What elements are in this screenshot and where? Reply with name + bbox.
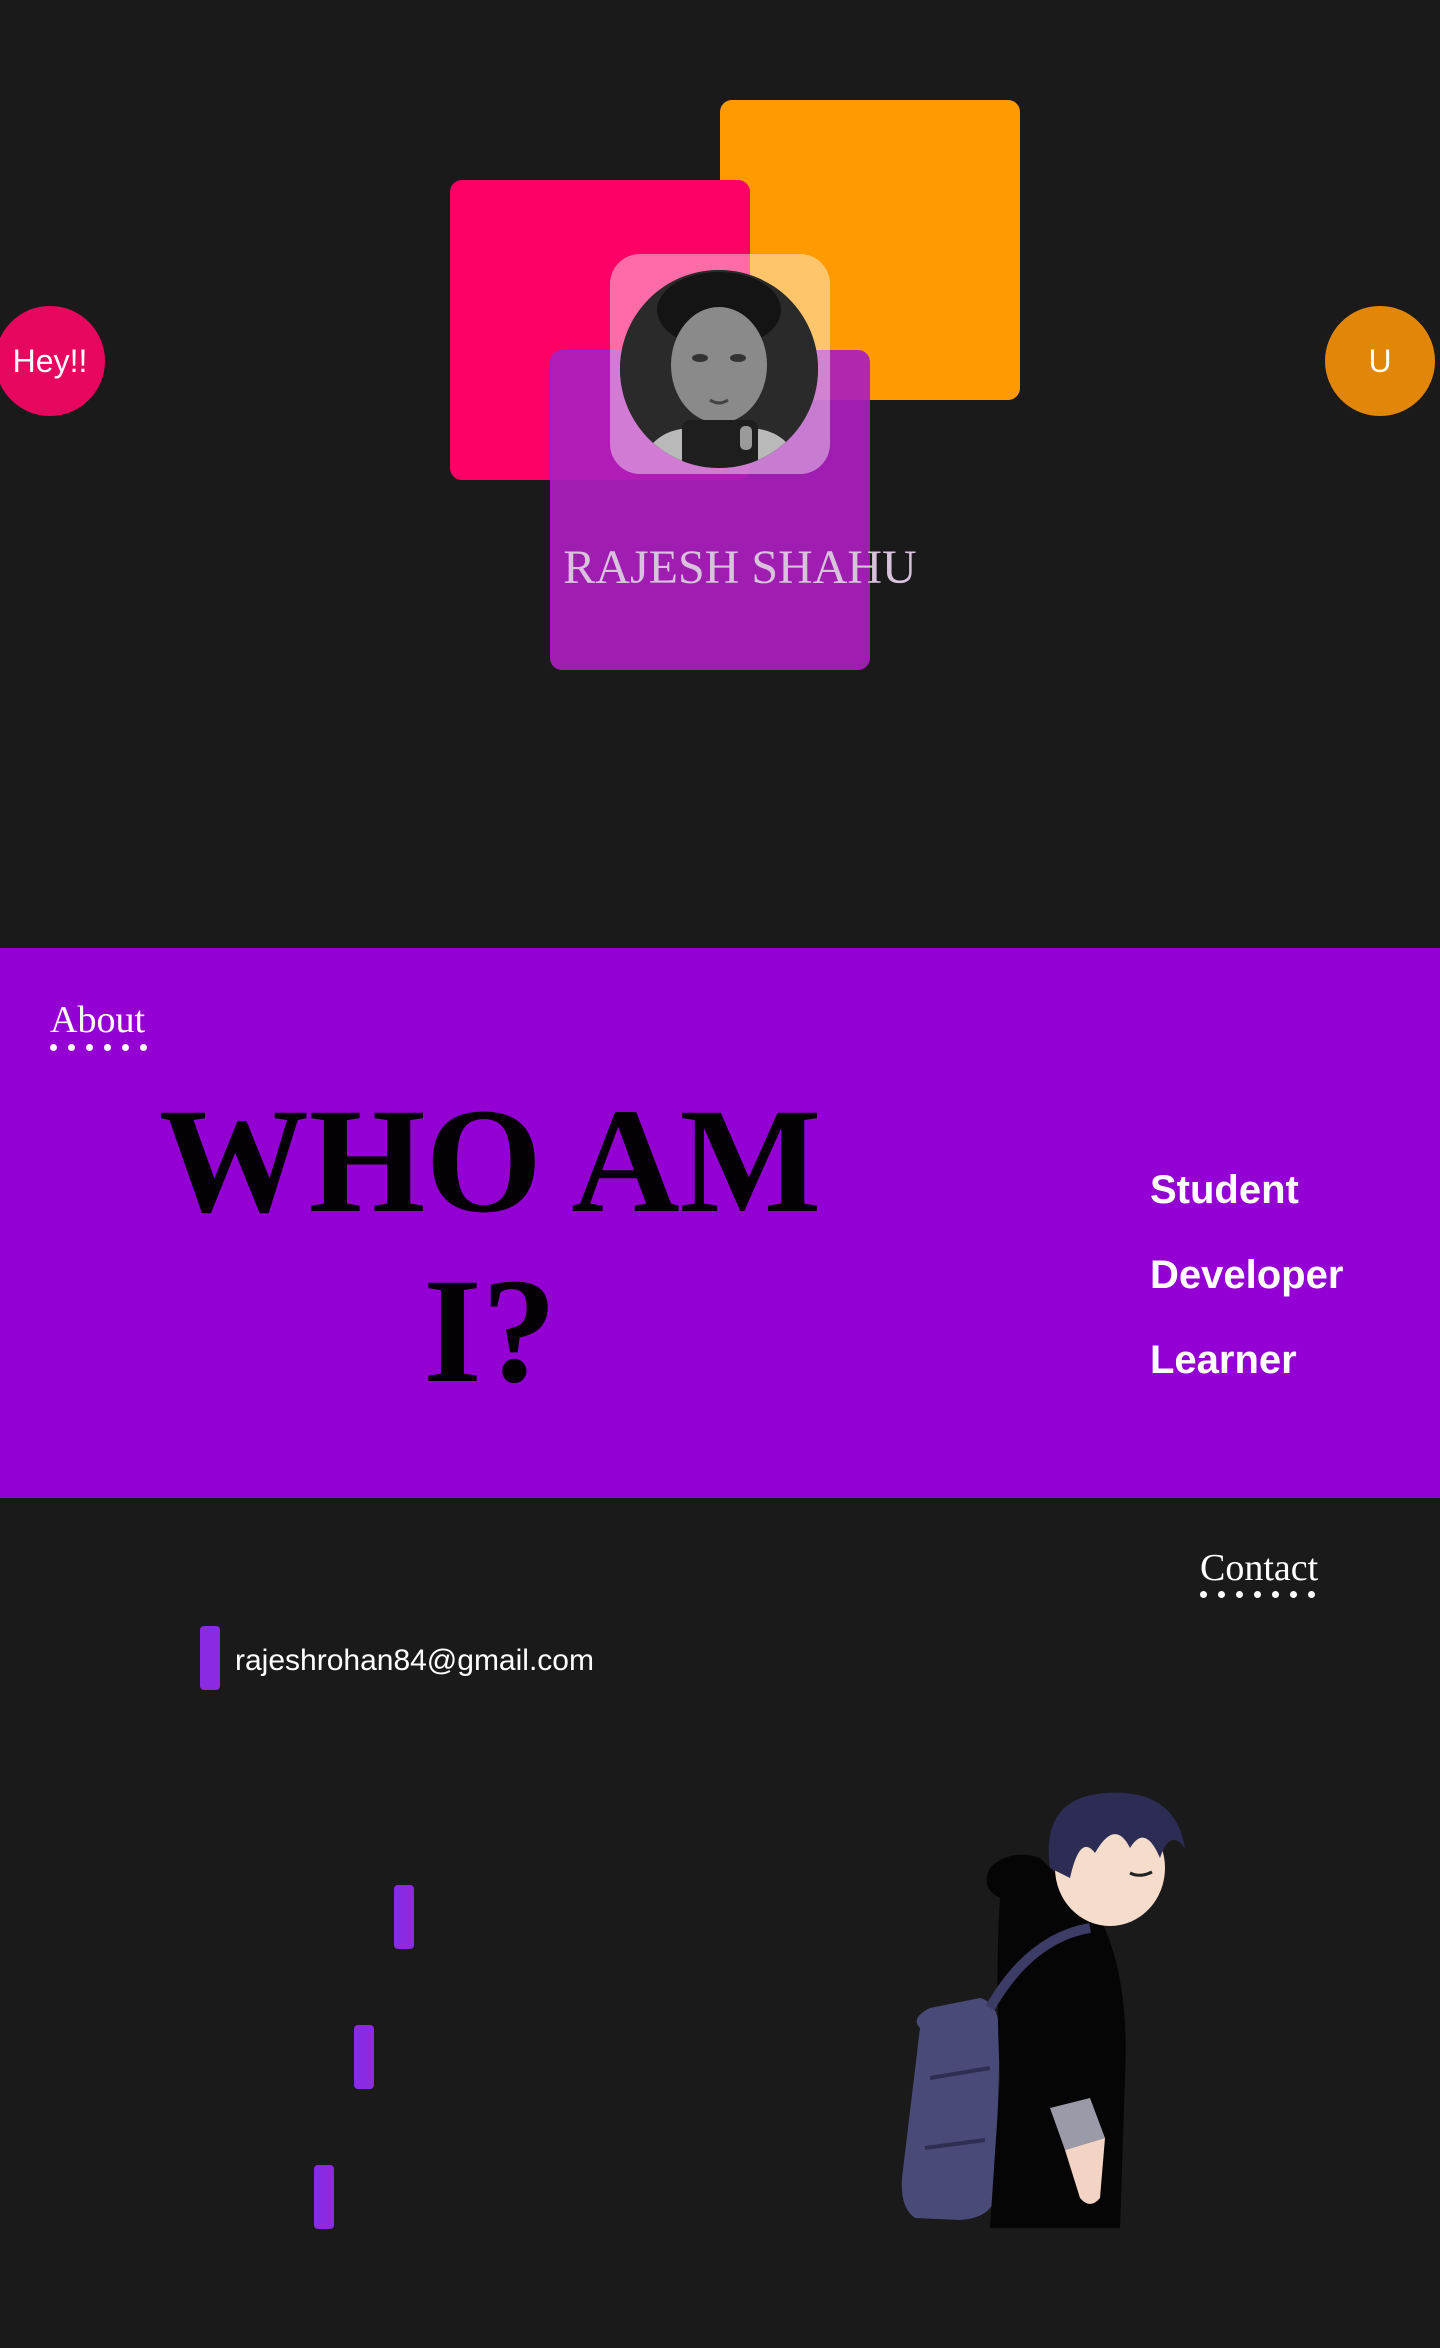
role-item: Student — [1150, 1168, 1299, 1212]
about-section: About WHO AM I? Student Developer Learne… — [0, 948, 1440, 1498]
profile-photo — [620, 270, 818, 468]
contact-label[interactable]: Contact — [1200, 1546, 1318, 1590]
roles-list: Student Developer Learner — [1150, 1168, 1343, 1423]
user-bubble[interactable]: U — [1325, 306, 1435, 416]
who-am-i-title: WHO AM I? — [120, 1076, 860, 1416]
title-line-1: WHO AM — [158, 1078, 822, 1244]
about-label[interactable]: About — [50, 998, 145, 1042]
role-item: Learner — [1150, 1338, 1297, 1382]
about-dots — [50, 1044, 147, 1051]
email-link[interactable]: rajeshrohan84@gmail.com — [235, 1644, 594, 1678]
hero-section: RAJESH SHAHU Hey!! U — [0, 0, 1440, 948]
role-item: Developer — [1150, 1253, 1344, 1297]
email-accent-bar — [200, 1626, 220, 1690]
contact-dots — [1200, 1591, 1315, 1598]
contact-section: Contact rajeshrohan84@gmail.com — [0, 1498, 1440, 2348]
decor-bar — [354, 2025, 374, 2089]
anime-character-illustration — [890, 1778, 1220, 2258]
title-line-2: I? — [423, 1248, 557, 1414]
profile-name: RAJESH SHAHU — [563, 541, 917, 594]
hey-bubble[interactable]: Hey!! — [0, 306, 105, 416]
decor-bar — [314, 2165, 334, 2229]
decor-bar — [394, 1885, 414, 1949]
profile-photo-frame — [610, 254, 830, 474]
